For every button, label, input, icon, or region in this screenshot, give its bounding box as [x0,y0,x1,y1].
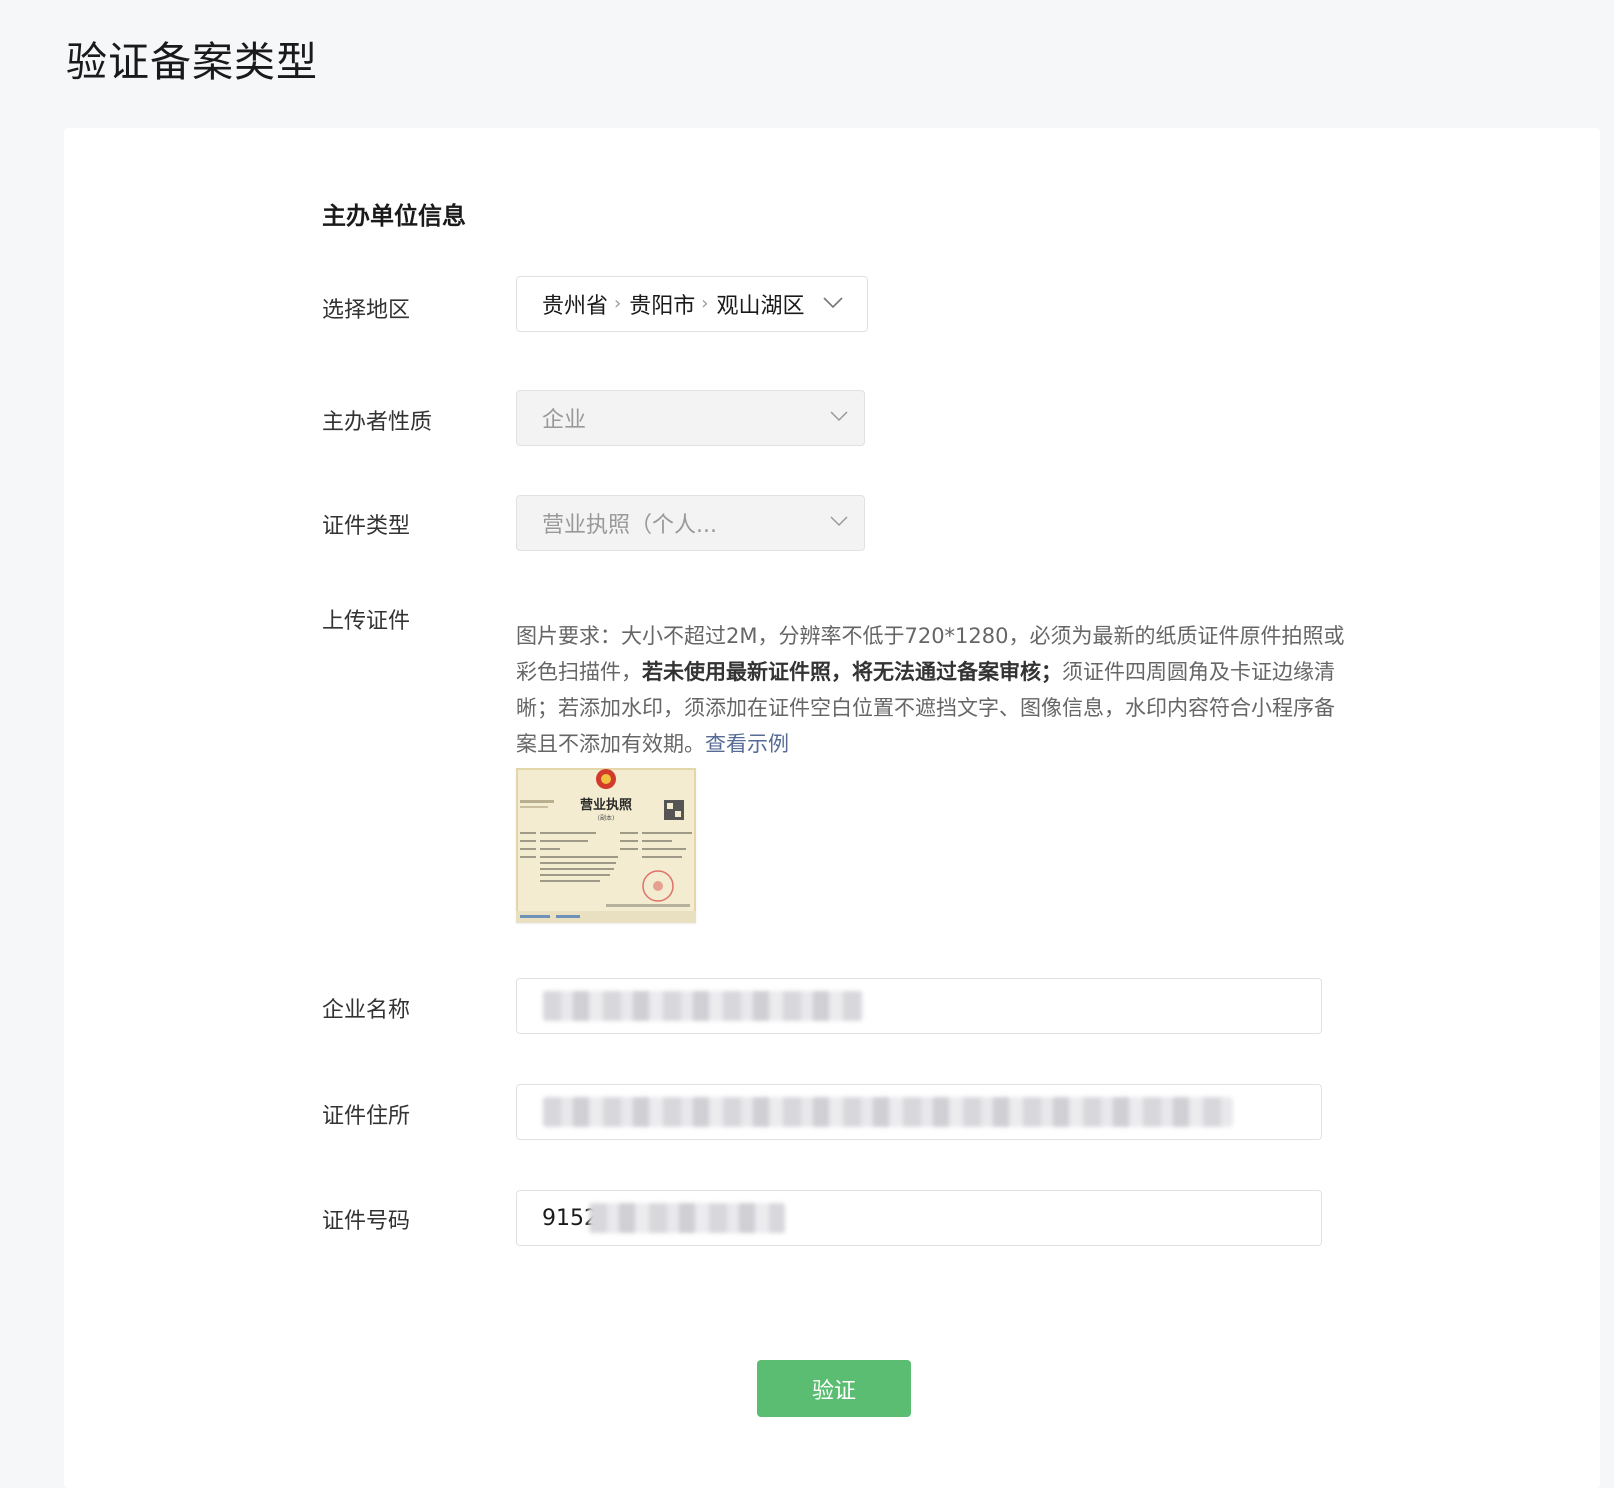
redacted-company-name [543,991,863,1021]
business-license-image: 营业执照 (副本) [516,768,696,923]
upload-label: 上传证件 [322,609,411,634]
upload-requirements: 图片要求：大小不超过2M，分辨率不低于720*1280，必须为最新的纸质证件原件… [516,618,1346,762]
region-province: 贵州省 [542,294,609,319]
region-city: 贵阳市 [629,294,696,319]
organizer-type-value: 企业 [542,408,587,433]
form-card: 主办单位信息 选择地区 贵州省 › 贵阳市 › 观山湖区 主办者性质 企业 证件… [64,128,1600,1488]
chevron-down-icon [830,411,850,423]
verify-button[interactable]: 验证 [757,1360,911,1417]
cert-type-value: 营业执照（个人... [542,513,717,538]
chevron-down-icon [823,297,843,309]
cert-number-label: 证件号码 [322,1209,411,1234]
organizer-type-label: 主办者性质 [322,410,433,435]
cert-type-select[interactable]: 营业执照（个人... [516,495,865,551]
upload-desc-warning: 若未使用最新证件照，将无法通过备案审核； [642,660,1062,684]
cert-type-label: 证件类型 [322,514,411,539]
chevron-right-icon: › [701,292,709,314]
chevron-right-icon: › [614,292,622,314]
license-thumbnail[interactable]: 营业执照 (副本) [516,768,696,923]
region-district: 观山湖区 [716,294,805,319]
redacted-cert-number [589,1203,785,1233]
view-example-link[interactable]: 查看示例 [705,732,789,756]
section-title: 主办单位信息 [322,202,466,230]
cert-number-input[interactable]: 9152 [516,1190,1322,1246]
redacted-address [543,1097,1233,1127]
license-title: 营业执照 [580,797,632,813]
cert-address-label: 证件住所 [322,1104,411,1129]
license-subtitle: (副本) [598,814,615,822]
page-title: 验证备案类型 [66,38,318,86]
region-select[interactable]: 贵州省 › 贵阳市 › 观山湖区 [516,276,868,332]
company-name-label: 企业名称 [322,998,411,1023]
company-name-input[interactable] [516,978,1322,1034]
organizer-type-select[interactable]: 企业 [516,390,865,446]
region-label: 选择地区 [322,298,411,323]
cert-address-input[interactable] [516,1084,1322,1140]
chevron-down-icon [830,516,850,528]
